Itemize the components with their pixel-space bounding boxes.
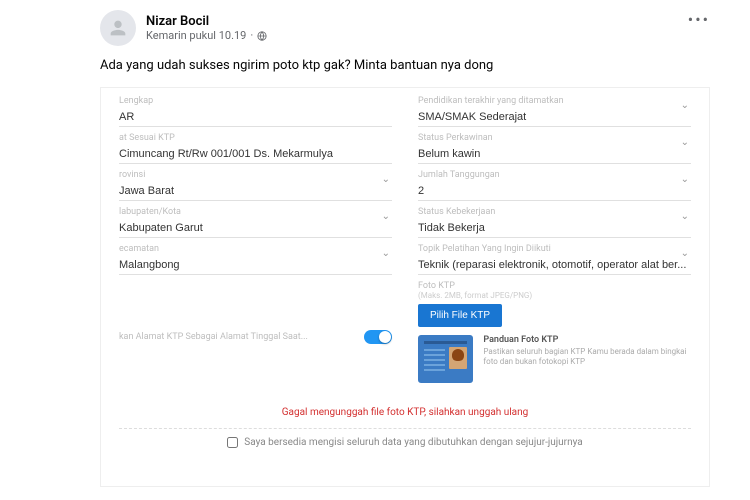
- ktp-sublabel: (Maks. 2MB, format JPEG/PNG): [418, 291, 691, 300]
- consent-row: Saya bersedia mengisi seluruh data yang …: [119, 437, 691, 448]
- consent-checkbox[interactable]: [227, 437, 238, 448]
- field-label: labupaten/Kota: [119, 207, 392, 217]
- perkawinan-select[interactable]: [418, 145, 691, 164]
- dot-separator: ·: [250, 29, 253, 42]
- post-timestamp[interactable]: Kemarin pukul 10.19: [146, 29, 246, 42]
- post-author[interactable]: Nizar Bocil: [146, 14, 267, 29]
- field-label: Status Kebekerjaan: [418, 207, 691, 217]
- consent-label: Saya bersedia mengisi seluruh data yang …: [244, 437, 582, 448]
- field-label: at Sesuai KTP: [119, 133, 392, 143]
- user-icon: [107, 17, 129, 39]
- field-label: Lengkap: [119, 96, 392, 106]
- field-kabupaten: labupaten/Kota ⌄: [119, 207, 392, 238]
- field-label: Topik Pelatihan Yang Ingin Diikuti: [418, 244, 691, 254]
- embedded-screenshot: Lengkap Pendidikan terakhir yang ditamat…: [100, 87, 710, 487]
- alamat-toggle[interactable]: [364, 330, 392, 344]
- toggle-label: kan Alamat KTP Sebagai Alamat Tinggal Sa…: [119, 332, 356, 342]
- ktp-label: Foto KTP: [418, 281, 691, 291]
- ktp-upload-section: Foto KTP (Maks. 2MB, format JPEG/PNG) Pi…: [418, 281, 691, 393]
- globe-icon: [257, 31, 267, 41]
- field-perkawinan: Status Perkawinan ⌄: [418, 133, 691, 164]
- field-provinsi: rovinsi ⌄: [119, 170, 392, 201]
- nama-input[interactable]: [119, 108, 392, 127]
- field-pendidikan: Pendidikan terakhir yang ditamatkan ⌄: [418, 96, 691, 127]
- pendidikan-select[interactable]: [418, 108, 691, 127]
- kabupaten-select[interactable]: [119, 219, 392, 238]
- field-tanggungan: Jumlah Tanggungan ⌄: [418, 170, 691, 201]
- post-menu-button[interactable]: •••: [688, 10, 710, 29]
- pilih-file-button[interactable]: Pilih File KTP: [418, 304, 502, 327]
- field-label: Pendidikan terakhir yang ditamatkan: [418, 96, 691, 106]
- provinsi-select[interactable]: [119, 182, 392, 201]
- field-label: ecamatan: [119, 244, 392, 254]
- kebekerjaan-select[interactable]: [418, 219, 691, 238]
- field-nama: Lengkap: [119, 96, 392, 127]
- field-kebekerjaan: Status Kebekerjaan ⌄: [418, 207, 691, 238]
- divider: [119, 428, 691, 429]
- alamat-input[interactable]: [119, 145, 392, 164]
- panduan-title: Panduan Foto KTP: [483, 335, 691, 345]
- ktp-sample-image: [418, 335, 473, 383]
- toggle-alamat-row: kan Alamat KTP Sebagai Alamat Tinggal Sa…: [119, 281, 392, 393]
- field-kecamatan: ecamatan ⌄: [119, 244, 392, 275]
- field-label: Status Perkawinan: [418, 133, 691, 143]
- tanggungan-select[interactable]: [418, 182, 691, 201]
- field-label: Jumlah Tanggungan: [418, 170, 691, 180]
- field-label: rovinsi: [119, 170, 392, 180]
- upload-error-message: Gagal mengunggah file foto KTP, silahkan…: [119, 407, 691, 418]
- panduan-text: Pastikan seluruh bagian KTP Kamu berada …: [483, 347, 691, 368]
- field-alamat: at Sesuai KTP: [119, 133, 392, 164]
- topik-select[interactable]: [418, 256, 691, 275]
- avatar[interactable]: [100, 10, 136, 46]
- field-topik: Topik Pelatihan Yang Ingin Diikuti ⌄: [418, 244, 691, 275]
- post-body-text: Ada yang udah sukses ngirim poto ktp gak…: [100, 58, 710, 73]
- kecamatan-select[interactable]: [119, 256, 392, 275]
- post-header: Nizar Bocil Kemarin pukul 10.19 · •••: [100, 10, 710, 46]
